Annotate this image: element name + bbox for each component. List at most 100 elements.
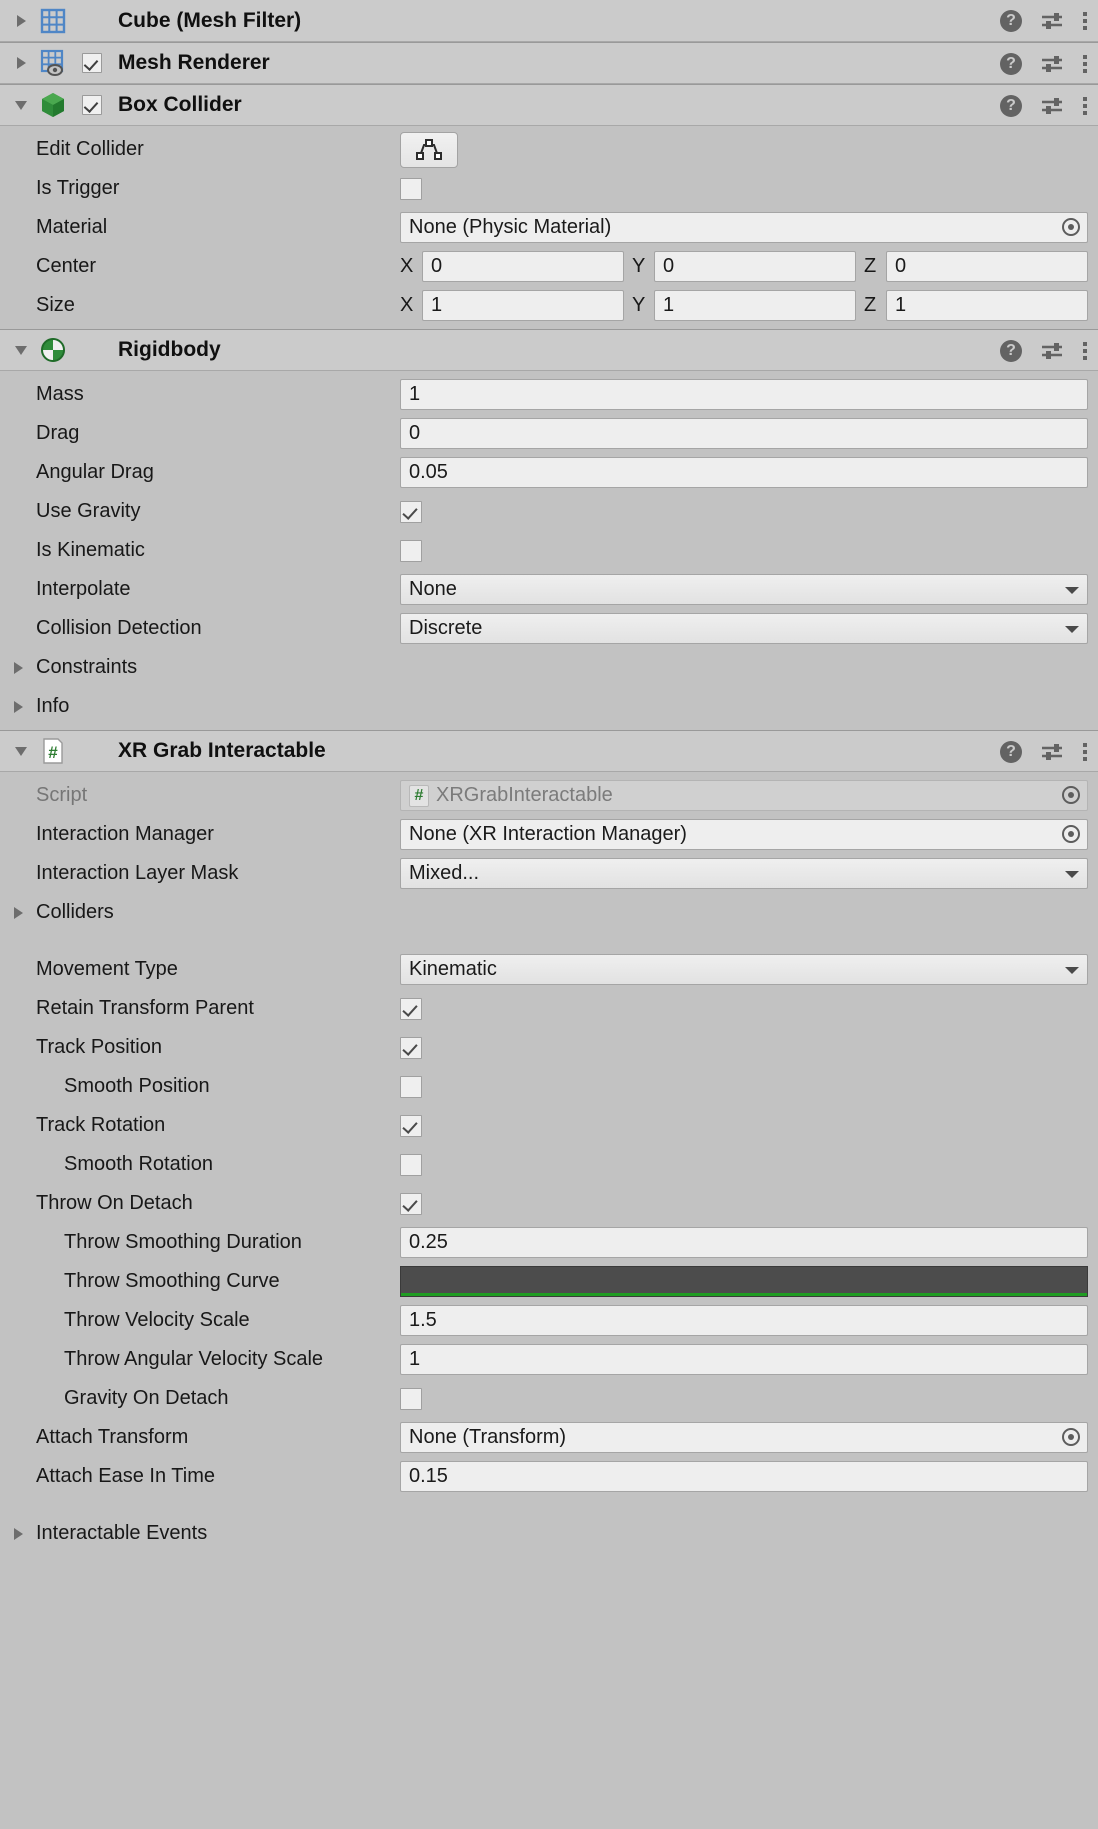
row-interaction-manager: Interaction Manager None (XR Interaction…	[0, 815, 1098, 854]
foldout-toggle-mesh-renderer[interactable]	[10, 42, 32, 84]
component-header-actions: ?	[1000, 731, 1088, 773]
preset-icon[interactable]	[1040, 340, 1064, 362]
foldout-toggle-box-collider[interactable]	[10, 84, 32, 126]
row-interaction-layer-mask: Interaction Layer Mask Mixed...	[0, 854, 1098, 893]
attach-ease-in-time-input[interactable]: 0.15	[400, 1461, 1088, 1492]
unity-inspector-panel: Cube (Mesh Filter) ? Mesh Renderer ? Box…	[0, 0, 1098, 1829]
component-header-xr-grab-interactable[interactable]: # XR Grab Interactable ?	[0, 730, 1098, 772]
center-y-input[interactable]: 0	[654, 251, 856, 282]
size-z-input[interactable]: 1	[886, 290, 1088, 321]
help-icon[interactable]: ?	[1000, 53, 1022, 75]
object-picker-icon[interactable]	[1061, 217, 1083, 239]
row-retain-transform-parent: Retain Transform Parent	[0, 989, 1098, 1028]
mass-input[interactable]: 1	[400, 379, 1088, 410]
help-icon[interactable]: ?	[1000, 10, 1022, 32]
row-movement-type: Movement Type Kinematic	[0, 950, 1098, 989]
kebab-menu-icon[interactable]	[1082, 741, 1088, 763]
help-icon[interactable]: ?	[1000, 741, 1022, 763]
gravity-on-detach-checkbox[interactable]	[400, 1387, 422, 1410]
row-constraints[interactable]: Constraints	[0, 648, 1098, 687]
component-title: Rigidbody	[118, 338, 221, 361]
help-icon[interactable]: ?	[1000, 340, 1022, 362]
kebab-menu-icon[interactable]	[1082, 95, 1088, 117]
object-picker-icon[interactable]	[1061, 824, 1083, 846]
interpolate-value: None	[409, 578, 457, 600]
use-gravity-checkbox[interactable]	[400, 500, 422, 523]
preset-icon[interactable]	[1040, 95, 1064, 117]
track-position-checkbox[interactable]	[400, 1036, 422, 1059]
interaction-manager-object-field[interactable]: None (XR Interaction Manager)	[400, 819, 1088, 850]
script-icon: #	[38, 736, 68, 766]
material-object-field[interactable]: None (Physic Material)	[400, 212, 1088, 243]
axis-label-y: Y	[632, 255, 646, 277]
preset-icon[interactable]	[1040, 10, 1064, 32]
size-y-input[interactable]: 1	[654, 290, 856, 321]
component-enabled-checkbox-mesh-renderer[interactable]	[82, 53, 102, 73]
component-enabled-checkbox-box-collider[interactable]	[82, 95, 102, 115]
throw-on-detach-label: Throw On Detach	[36, 1192, 193, 1214]
row-drag: Drag 0	[0, 414, 1098, 453]
interaction-manager-label: Interaction Manager	[36, 823, 214, 845]
is-kinematic-checkbox[interactable]	[400, 539, 422, 562]
preset-icon[interactable]	[1040, 741, 1064, 763]
size-vector3-field: X 1 Y 1 Z 1	[400, 290, 1088, 321]
drag-label: Drag	[36, 422, 80, 444]
rigidbody-body: Mass 1 Drag 0 Angular Drag 0.05 Use Grav…	[0, 371, 1098, 730]
axis-label-z: Z	[864, 255, 877, 277]
smooth-rotation-checkbox[interactable]	[400, 1153, 422, 1176]
center-z-input[interactable]: 0	[886, 251, 1088, 282]
throw-smoothing-curve-field[interactable]	[400, 1266, 1088, 1297]
size-x-input[interactable]: 1	[422, 290, 624, 321]
component-header-box-collider[interactable]: Box Collider ?	[0, 84, 1098, 126]
use-gravity-label: Use Gravity	[36, 500, 141, 522]
preset-icon[interactable]	[1040, 53, 1064, 75]
foldout-toggle-rigidbody[interactable]	[10, 329, 32, 371]
component-header-mesh-renderer[interactable]: Mesh Renderer ?	[0, 42, 1098, 84]
interpolate-dropdown[interactable]: None	[400, 574, 1088, 605]
component-header-mesh-filter[interactable]: Cube (Mesh Filter) ?	[0, 0, 1098, 42]
size-label: Size	[36, 294, 75, 316]
smooth-position-checkbox[interactable]	[400, 1075, 422, 1098]
object-picker-icon[interactable]	[1061, 1427, 1083, 1449]
throw-angular-velocity-scale-input[interactable]: 1	[400, 1344, 1088, 1375]
row-info[interactable]: Info	[0, 687, 1098, 726]
throw-on-detach-checkbox[interactable]	[400, 1192, 422, 1215]
collision-detection-dropdown[interactable]: Discrete	[400, 613, 1088, 644]
throw-smoothing-duration-input[interactable]: 0.25	[400, 1227, 1088, 1258]
throw-velocity-scale-label: Throw Velocity Scale	[64, 1309, 250, 1331]
kebab-menu-icon[interactable]	[1082, 53, 1088, 75]
script-value: XRGrabInteractable	[436, 784, 613, 806]
kebab-menu-icon[interactable]	[1082, 10, 1088, 32]
component-header-rigidbody[interactable]: Rigidbody ?	[0, 329, 1098, 371]
is-trigger-checkbox[interactable]	[400, 177, 422, 200]
interaction-layer-mask-dropdown[interactable]: Mixed...	[400, 858, 1088, 889]
foldout-toggle-mesh-filter[interactable]	[10, 0, 32, 42]
component-title: Mesh Renderer	[118, 51, 270, 74]
center-x-input[interactable]: 0	[422, 251, 624, 282]
row-throw-angular-velocity-scale: Throw Angular Velocity Scale 1	[0, 1340, 1098, 1379]
retain-transform-parent-checkbox[interactable]	[400, 997, 422, 1020]
size-y: Y 1	[632, 290, 856, 321]
foldout-toggle-xr-grab-interactable[interactable]	[10, 730, 32, 772]
chevron-down-icon	[15, 746, 27, 756]
row-smooth-rotation: Smooth Rotation	[0, 1145, 1098, 1184]
row-colliders[interactable]: Colliders	[0, 893, 1098, 932]
track-rotation-checkbox[interactable]	[400, 1114, 422, 1137]
smooth-rotation-label: Smooth Rotation	[64, 1153, 213, 1175]
mass-label: Mass	[36, 383, 84, 405]
movement-type-dropdown[interactable]: Kinematic	[400, 954, 1088, 985]
kebab-menu-icon[interactable]	[1082, 340, 1088, 362]
track-rotation-label: Track Rotation	[36, 1114, 166, 1136]
chevron-down-icon	[1065, 966, 1079, 974]
is-kinematic-label: Is Kinematic	[36, 539, 145, 561]
drag-input[interactable]: 0	[400, 418, 1088, 449]
attach-transform-object-field[interactable]: None (Transform)	[400, 1422, 1088, 1453]
edit-collider-button[interactable]	[400, 131, 458, 168]
mesh-renderer-icon	[38, 48, 68, 78]
angular-drag-input[interactable]: 0.05	[400, 457, 1088, 488]
row-interactable-events[interactable]: Interactable Events	[0, 1514, 1098, 1553]
throw-velocity-scale-input[interactable]: 1.5	[400, 1305, 1088, 1336]
size-x: X 1	[400, 290, 624, 321]
help-icon[interactable]: ?	[1000, 95, 1022, 117]
